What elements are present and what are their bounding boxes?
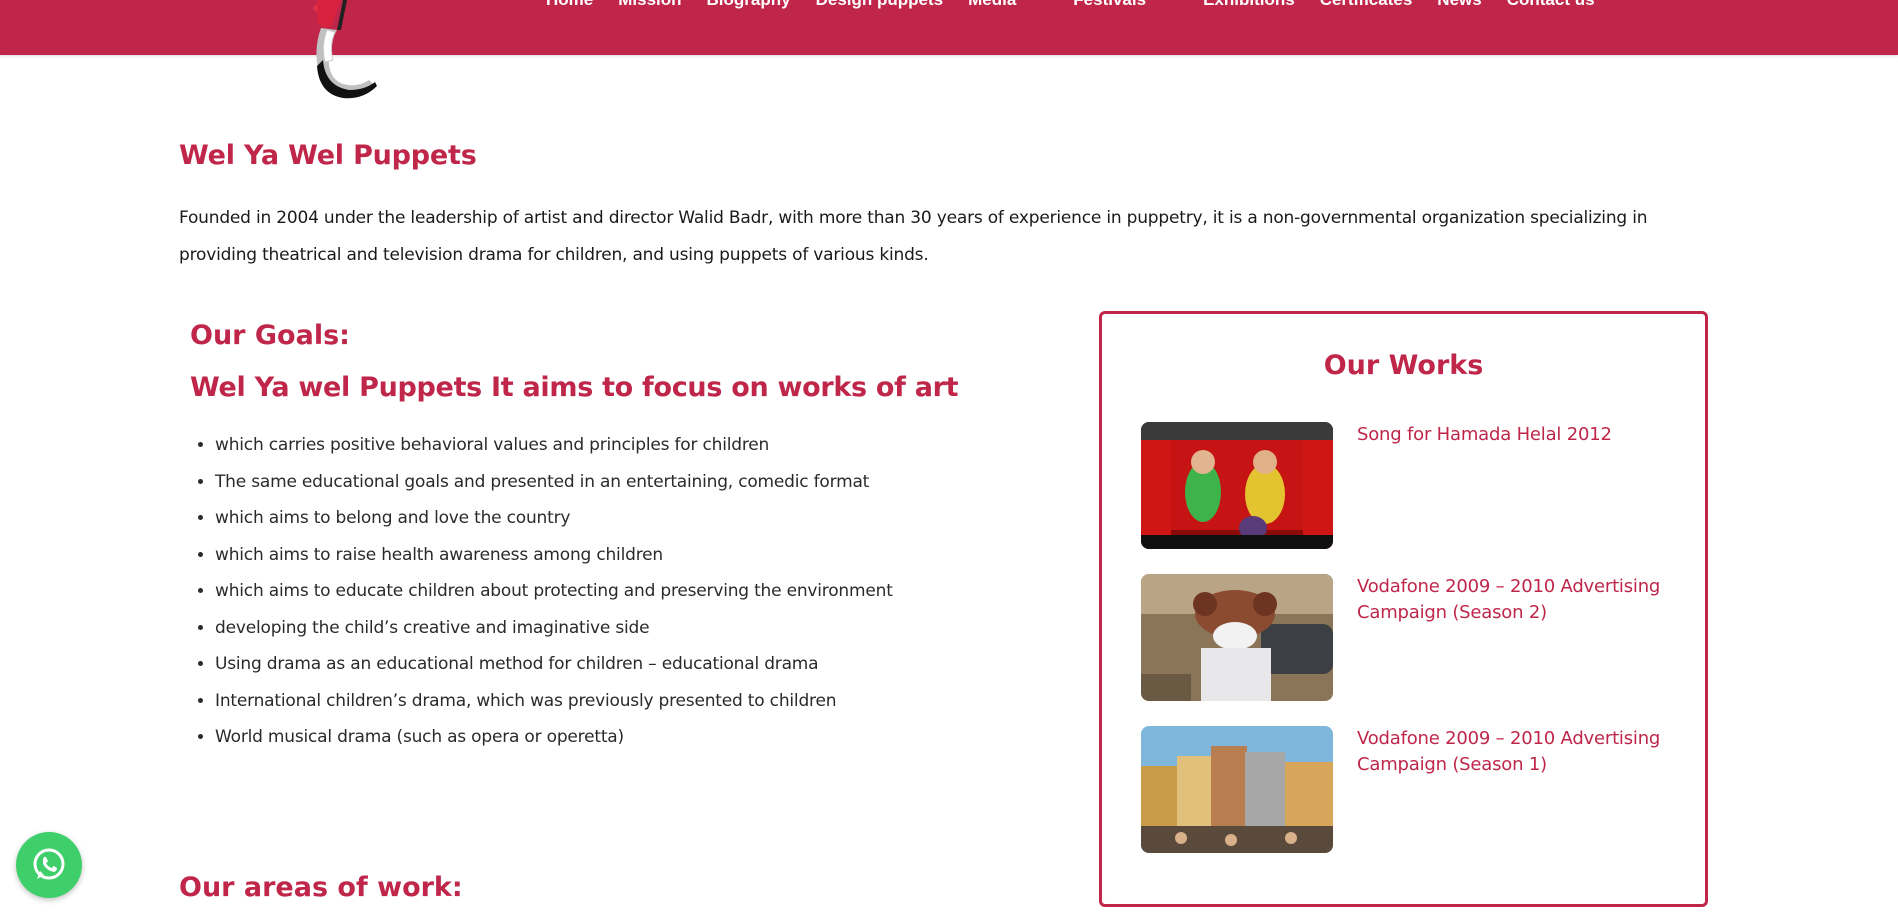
nav-mission[interactable]: Mission: [618, 0, 681, 13]
work-link[interactable]: Vodafone 2009 – 2010 Advertising Campaig…: [1357, 726, 1677, 778]
main-nav: Home Mission Biography Design puppets Me…: [546, 0, 1620, 13]
city-set-thumbnail[interactable]: [1141, 726, 1333, 853]
nav-design-puppets[interactable]: Design puppets: [816, 0, 944, 13]
stage-performance-thumbnail[interactable]: [1141, 422, 1333, 549]
work-link[interactable]: Song for Hamada Helal 2012: [1357, 422, 1677, 448]
nav-certificates[interactable]: Certificates: [1320, 0, 1413, 13]
puppet-street-thumbnail[interactable]: [1141, 574, 1333, 701]
intro-paragraph: Founded in 2004 under the leadership of …: [179, 208, 1648, 265]
nav-festivals[interactable]: Festivals: [1073, 0, 1178, 13]
nav-news[interactable]: News: [1437, 0, 1481, 13]
site-logo[interactable]: [283, 0, 393, 104]
goals-list: which carries positive behavioral values…: [190, 427, 1035, 756]
work-link[interactable]: Vodafone 2009 – 2010 Advertising Campaig…: [1357, 574, 1677, 626]
nav-contact-us[interactable]: Contact us: [1507, 0, 1595, 13]
list-item: developing the child’s creative and imag…: [215, 610, 1035, 647]
works-heading: Our Works: [1323, 350, 1484, 381]
list-item: World musical drama (such as opera or op…: [215, 719, 1035, 756]
list-item: The same educational goals and presented…: [215, 464, 1035, 501]
list-item: which aims to educate children about pro…: [215, 573, 1035, 610]
list-item: which aims to belong and love the countr…: [215, 500, 1035, 537]
work-item: Vodafone 2009 – 2010 Advertising Campaig…: [1141, 574, 1681, 702]
list-item: International children’s drama, which wa…: [215, 683, 1035, 720]
work-item: Vodafone 2009 – 2010 Advertising Campaig…: [1141, 726, 1681, 854]
page-title: Wel Ya Wel Puppets: [179, 140, 477, 171]
works-panel: Our Works Song for Hamada Helal 2012 Vod…: [1099, 311, 1708, 907]
nav-media[interactable]: Media: [968, 0, 1048, 13]
work-item: Song for Hamada Helal 2012: [1141, 422, 1681, 550]
nav-exhibitions[interactable]: Exhibitions: [1203, 0, 1295, 13]
goals-heading: Our Goals:: [190, 320, 350, 351]
whatsapp-button[interactable]: [16, 832, 82, 898]
list-item: Using drama as an educational method for…: [215, 646, 1035, 683]
areas-heading: Our areas of work:: [179, 872, 463, 903]
list-item: which carries positive behavioral values…: [215, 427, 1035, 464]
nav-biography[interactable]: Biography: [707, 0, 791, 13]
nav-home[interactable]: Home: [546, 0, 593, 13]
goals-subheading: Wel Ya wel Puppets It aims to focus on w…: [190, 372, 959, 403]
whatsapp-icon: [33, 848, 65, 880]
list-item: which aims to raise health awareness amo…: [215, 537, 1035, 574]
